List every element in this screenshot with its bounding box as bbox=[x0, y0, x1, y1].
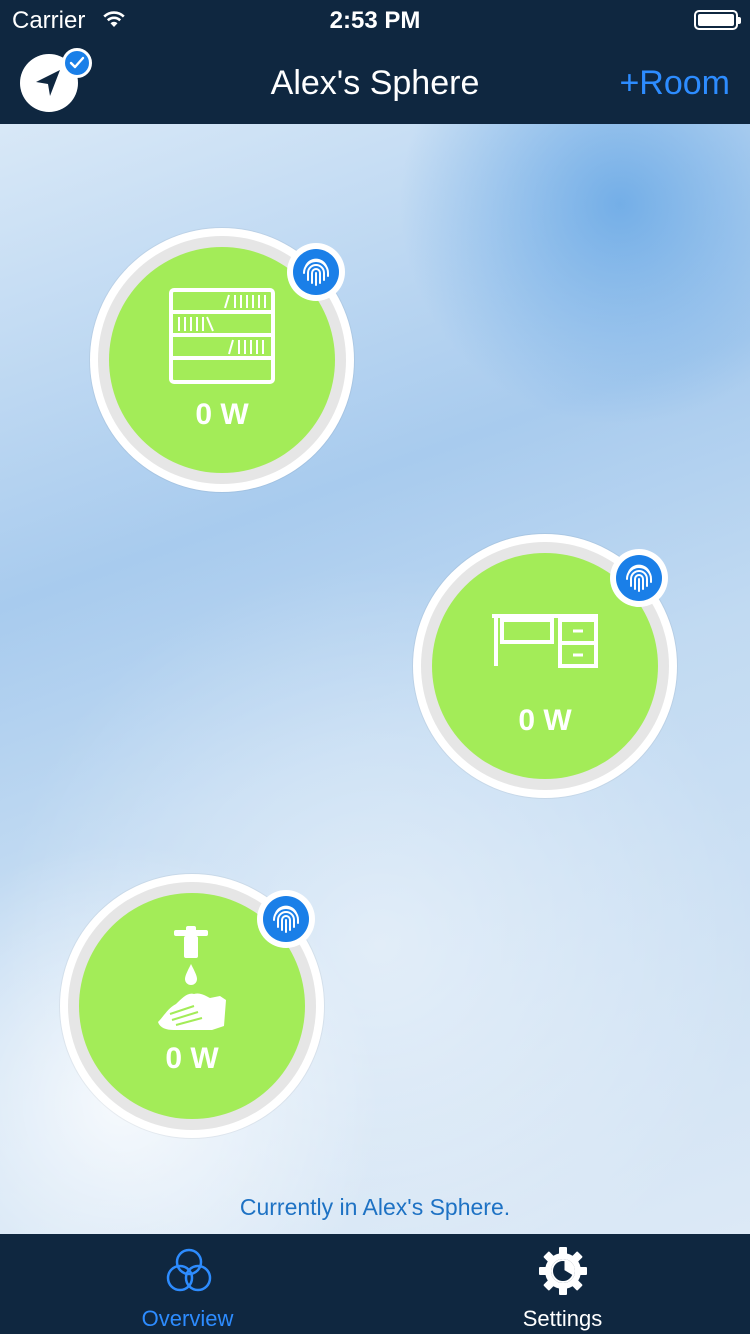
fingerprint-icon[interactable] bbox=[257, 890, 315, 948]
room-card-hand-washing[interactable]: 0 W bbox=[60, 874, 324, 1138]
add-room-button[interactable]: +Room bbox=[619, 64, 730, 103]
tab-bar: Overview Settings bbox=[0, 1234, 750, 1334]
gear-icon bbox=[538, 1246, 588, 1301]
tab-overview[interactable]: Overview bbox=[0, 1234, 375, 1334]
room-card-bookshelf[interactable]: 0 W bbox=[90, 228, 354, 492]
room-power-label: 0 W bbox=[518, 704, 572, 737]
sphere-status-text: Currently in Alex's Sphere. bbox=[239, 1194, 511, 1220]
status-time: 2:53 PM bbox=[329, 7, 421, 34]
room-power-label: 0 W bbox=[195, 398, 249, 431]
sphere-overview: 0 W 0 W 0 W Currently in Alex's Sphere. bbox=[0, 124, 750, 1234]
overview-circles-icon bbox=[164, 1246, 214, 1301]
tab-settings[interactable]: Settings bbox=[375, 1234, 750, 1334]
fingerprint-icon[interactable] bbox=[610, 549, 668, 607]
status-bar: Carrier 2:53 PM bbox=[0, 0, 750, 40]
battery-icon bbox=[694, 10, 741, 30]
room-power-label: 0 W bbox=[165, 1042, 219, 1075]
desk-icon bbox=[490, 612, 600, 673]
hand-washing-icon bbox=[154, 926, 230, 1043]
tab-settings-label: Settings bbox=[522, 1306, 603, 1331]
navigation-bar: Carrier 2:53 PM Alex's Sphere +Room bbox=[0, 0, 750, 124]
room-card-desk[interactable]: 0 W bbox=[413, 534, 677, 798]
fingerprint-icon[interactable] bbox=[287, 243, 345, 301]
bookshelf-icon bbox=[167, 286, 277, 391]
tab-overview-label: Overview bbox=[141, 1306, 234, 1331]
